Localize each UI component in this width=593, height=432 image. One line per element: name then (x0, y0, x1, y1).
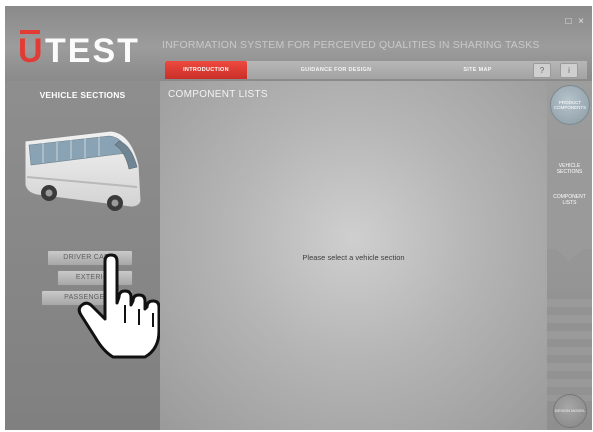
app-window: U TEST INFORMATION SYSTEM FOR PERCEIVED … (5, 6, 592, 430)
close-icon[interactable]: × (578, 16, 584, 27)
empty-state-message: Please select a vehicle section (302, 253, 405, 262)
rail-decoration (547, 291, 592, 401)
rail-pointer-shape (547, 241, 592, 261)
help-button[interactable]: ? (533, 63, 551, 78)
bus-icon (24, 130, 142, 211)
product-components-button[interactable]: PRODUCT COMPONENTS (550, 85, 590, 125)
rail-item-vehicle-sections[interactable]: VEHICLE SECTIONS (547, 163, 592, 176)
rail-item-component-lists[interactable]: COMPONENT LISTS (547, 194, 592, 207)
info-icon: i (568, 66, 570, 75)
question-icon: ? (539, 66, 545, 75)
info-button[interactable]: i (560, 63, 578, 78)
tab-guidance-for-design[interactable]: GUIDANCE FOR DESIGN (247, 61, 425, 79)
tab-introduction[interactable]: INTRODUCTION (165, 61, 247, 79)
page-title: COMPONENT LISTS (168, 89, 268, 100)
component-lists-area: COMPONENT LISTS Please select a vehicle … (160, 81, 547, 430)
window-controls: □ × (561, 16, 584, 27)
utest-logo: U TEST (18, 30, 156, 70)
logo-u: U (18, 32, 44, 70)
panel-title: VEHICLE SECTIONS (39, 90, 126, 100)
right-navigation-rail: PRODUCT COMPONENTS VEHICLE SECTIONS COMP… (547, 81, 592, 430)
tab-site-map[interactable]: SITE MAP (425, 61, 530, 79)
tab-bar: INTRODUCTION GUIDANCE FOR DESIGN SITE MA… (165, 61, 587, 79)
hand-pointer-icon (77, 253, 161, 359)
vehicle-sections-panel: VEHICLE SECTIONS DRIVER CABIN EXTERIOR P… (5, 81, 161, 430)
design-model-button[interactable]: DESIGN MODEL (553, 394, 587, 428)
maximize-icon[interactable]: □ (565, 16, 571, 27)
header: U TEST INFORMATION SYSTEM FOR PERCEIVED … (5, 6, 592, 81)
app-subtitle: INFORMATION SYSTEM FOR PERCEIVED QUALITI… (162, 39, 540, 51)
logo-text: TEST (45, 32, 140, 70)
